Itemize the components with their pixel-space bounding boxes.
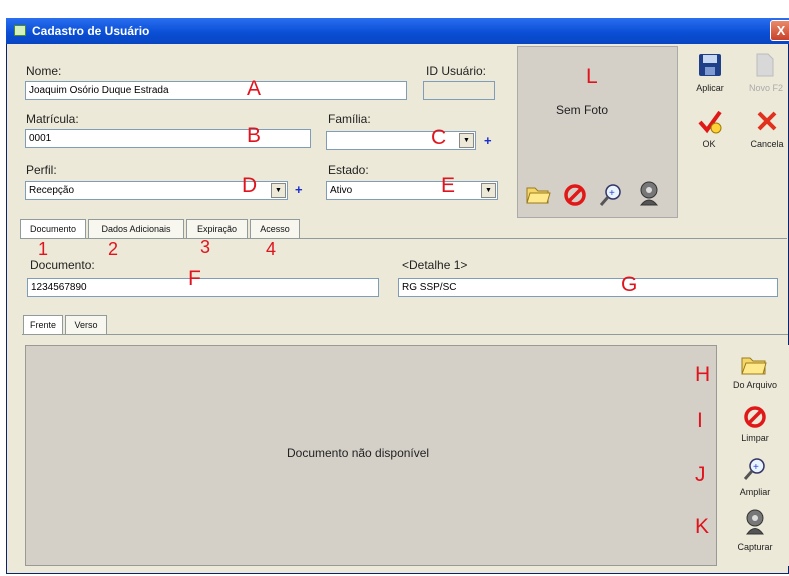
window-title: Cadastro de Usuário — [32, 24, 150, 38]
perfil-label: Perfil: — [26, 163, 57, 177]
app-icon — [14, 25, 26, 36]
tab-dados-adicionais[interactable]: Dados Adicionais — [88, 219, 184, 238]
annotation-l: L — [586, 65, 598, 88]
annotation-2: 2 — [108, 239, 119, 259]
cancela-button[interactable]: Cancela — [744, 139, 789, 149]
svg-text:+: + — [753, 462, 759, 473]
familia-select[interactable]: ▼ — [326, 131, 476, 150]
new-document-icon[interactable] — [755, 52, 775, 78]
zoom-photo-icon[interactable]: + — [598, 182, 624, 208]
close-button[interactable]: X — [770, 20, 789, 41]
clear-button[interactable]: Limpar — [720, 433, 789, 443]
capture-button[interactable]: Capturar — [720, 542, 789, 552]
annotation-d: D — [242, 174, 258, 197]
familia-label: Família: — [328, 112, 371, 126]
matricula-input[interactable]: 0001 — [25, 129, 311, 148]
zoom-button[interactable]: Ampliar — [720, 487, 789, 497]
cancel-x-icon[interactable] — [756, 110, 778, 132]
subtab-strip-line — [22, 334, 788, 335]
annotation-b: B — [247, 124, 262, 147]
documento-label: Documento: — [30, 258, 95, 272]
no-photo-text: Sem Foto — [556, 103, 609, 117]
ok-button[interactable]: OK — [694, 139, 724, 149]
estado-label: Estado: — [328, 163, 369, 177]
annotation-4: 4 — [266, 239, 277, 259]
folder-open-icon[interactable] — [740, 352, 768, 378]
annotation-c: C — [431, 126, 447, 149]
chevron-down-icon[interactable]: ▼ — [481, 183, 496, 198]
annotation-a: A — [247, 77, 262, 100]
tab-acesso[interactable]: Acesso — [250, 219, 300, 238]
clear-icon[interactable] — [743, 405, 767, 429]
webcam-icon[interactable] — [634, 180, 664, 210]
id-usuario-label: ID Usuário: — [426, 64, 487, 78]
zoom-icon[interactable]: + — [742, 456, 768, 482]
tab-expiracao[interactable]: Expiração — [186, 219, 248, 238]
novo-button[interactable]: Novo F2 — [743, 83, 789, 93]
chevron-down-icon[interactable]: ▼ — [271, 183, 286, 198]
from-file-button[interactable]: Do Arquivo — [720, 380, 789, 390]
add-familia-button[interactable]: + — [484, 133, 492, 148]
matricula-label: Matrícula: — [26, 112, 79, 126]
annotation-1: 1 — [38, 239, 49, 259]
perfil-value: Recepção — [29, 185, 75, 196]
subtab-frente[interactable]: Frente — [23, 315, 63, 334]
save-icon[interactable] — [697, 52, 723, 78]
nome-input[interactable]: Joaquim Osório Duque Estrada — [25, 81, 407, 100]
chevron-down-icon[interactable]: ▼ — [459, 133, 474, 148]
svg-text:+: + — [609, 188, 615, 199]
id-usuario-field — [423, 81, 495, 100]
documento-input[interactable]: 1234567890 — [27, 278, 379, 297]
annotation-k: K — [695, 515, 710, 538]
detalhe-label: <Detalhe 1> — [402, 258, 468, 272]
annotation-j: J — [695, 463, 706, 486]
tab-documento[interactable]: Documento — [20, 219, 86, 238]
estado-value: Ativo — [330, 185, 353, 196]
estado-select[interactable]: Ativo ▼ — [326, 181, 498, 200]
webcam-icon[interactable] — [740, 508, 770, 538]
add-perfil-button[interactable]: + — [295, 182, 303, 197]
annotation-h: H — [695, 363, 711, 386]
subtab-verso[interactable]: Verso — [65, 315, 107, 334]
detalhe-input[interactable]: RG SSP/SC — [398, 278, 778, 297]
aplicar-button[interactable]: Aplicar — [688, 83, 732, 93]
nome-label: Nome: — [26, 64, 62, 78]
annotation-i: I — [697, 409, 703, 432]
document-unavailable-text: Documento não disponível — [287, 446, 430, 460]
annotation-e: E — [441, 174, 456, 197]
annotation-f: F — [188, 267, 201, 290]
tab-strip-line — [20, 238, 787, 239]
clear-photo-icon[interactable] — [563, 183, 587, 207]
ok-check-icon[interactable] — [697, 108, 723, 136]
folder-open-icon[interactable] — [525, 182, 551, 206]
annotation-3: 3 — [200, 237, 211, 257]
annotation-g: G — [621, 273, 638, 296]
